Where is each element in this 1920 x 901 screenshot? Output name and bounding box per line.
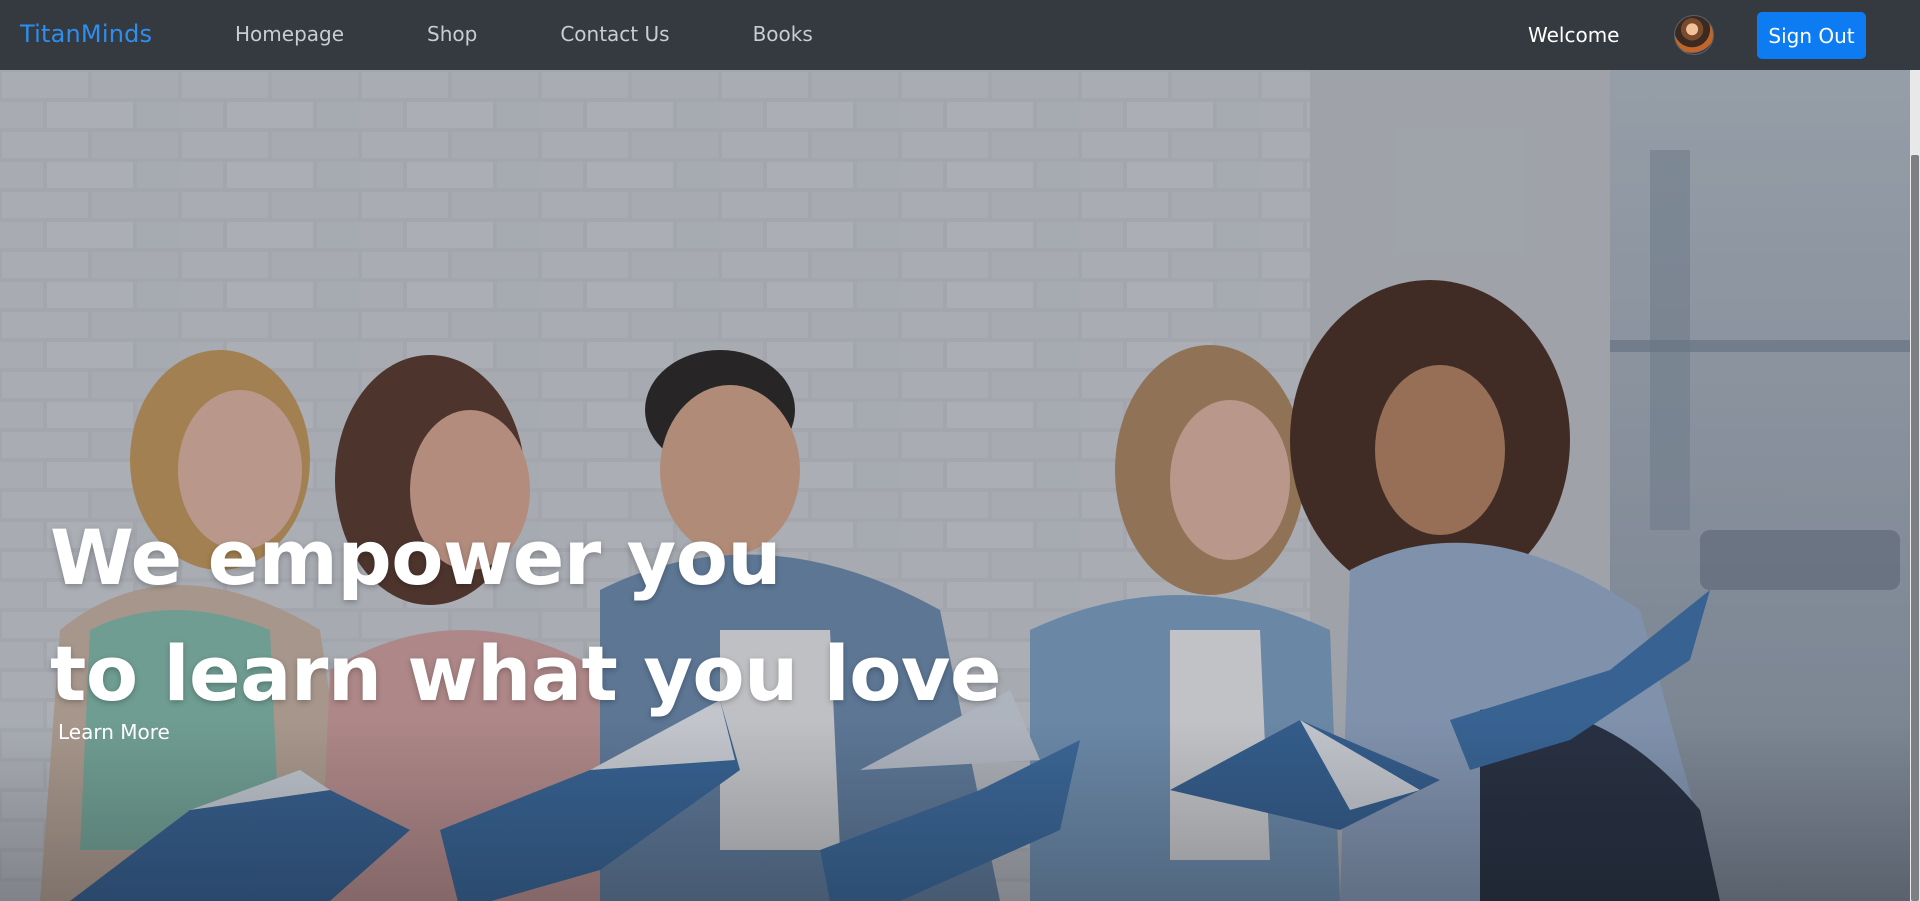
nav-link-shop[interactable]: Shop <box>427 22 477 46</box>
hero-banner: We empower you to learn what you love Le… <box>0 70 1910 901</box>
learn-more-link[interactable]: Learn More <box>58 720 170 744</box>
hero-overlay <box>0 70 1910 901</box>
brand-logo-link[interactable]: TitanMinds <box>20 20 152 48</box>
sign-out-button[interactable]: Sign Out <box>1757 12 1866 59</box>
nav-link-homepage[interactable]: Homepage <box>235 22 344 46</box>
nav-link-contact-us[interactable]: Contact Us <box>560 22 669 46</box>
page-scrollbar-thumb[interactable] <box>1911 155 1919 901</box>
headline-line2: to learn what you love <box>50 629 1002 718</box>
nav-link-books[interactable]: Books <box>753 22 813 46</box>
headline-word-you: you <box>600 513 782 602</box>
headline-word-empower: empower <box>207 513 602 602</box>
nav-links: Homepage Shop Contact Us Books <box>235 22 896 46</box>
user-avatar-icon[interactable] <box>1674 15 1714 55</box>
headline-line1: We empower you <box>50 513 782 602</box>
top-navbar: TitanMinds Homepage Shop Contact Us Book… <box>0 0 1920 70</box>
headline-word-we: We <box>50 513 208 602</box>
welcome-text: Welcome <box>1528 23 1620 47</box>
hero-headline: We empower you to learn what you love <box>50 500 1002 732</box>
page: TitanMinds Homepage Shop Contact Us Book… <box>0 0 1920 901</box>
